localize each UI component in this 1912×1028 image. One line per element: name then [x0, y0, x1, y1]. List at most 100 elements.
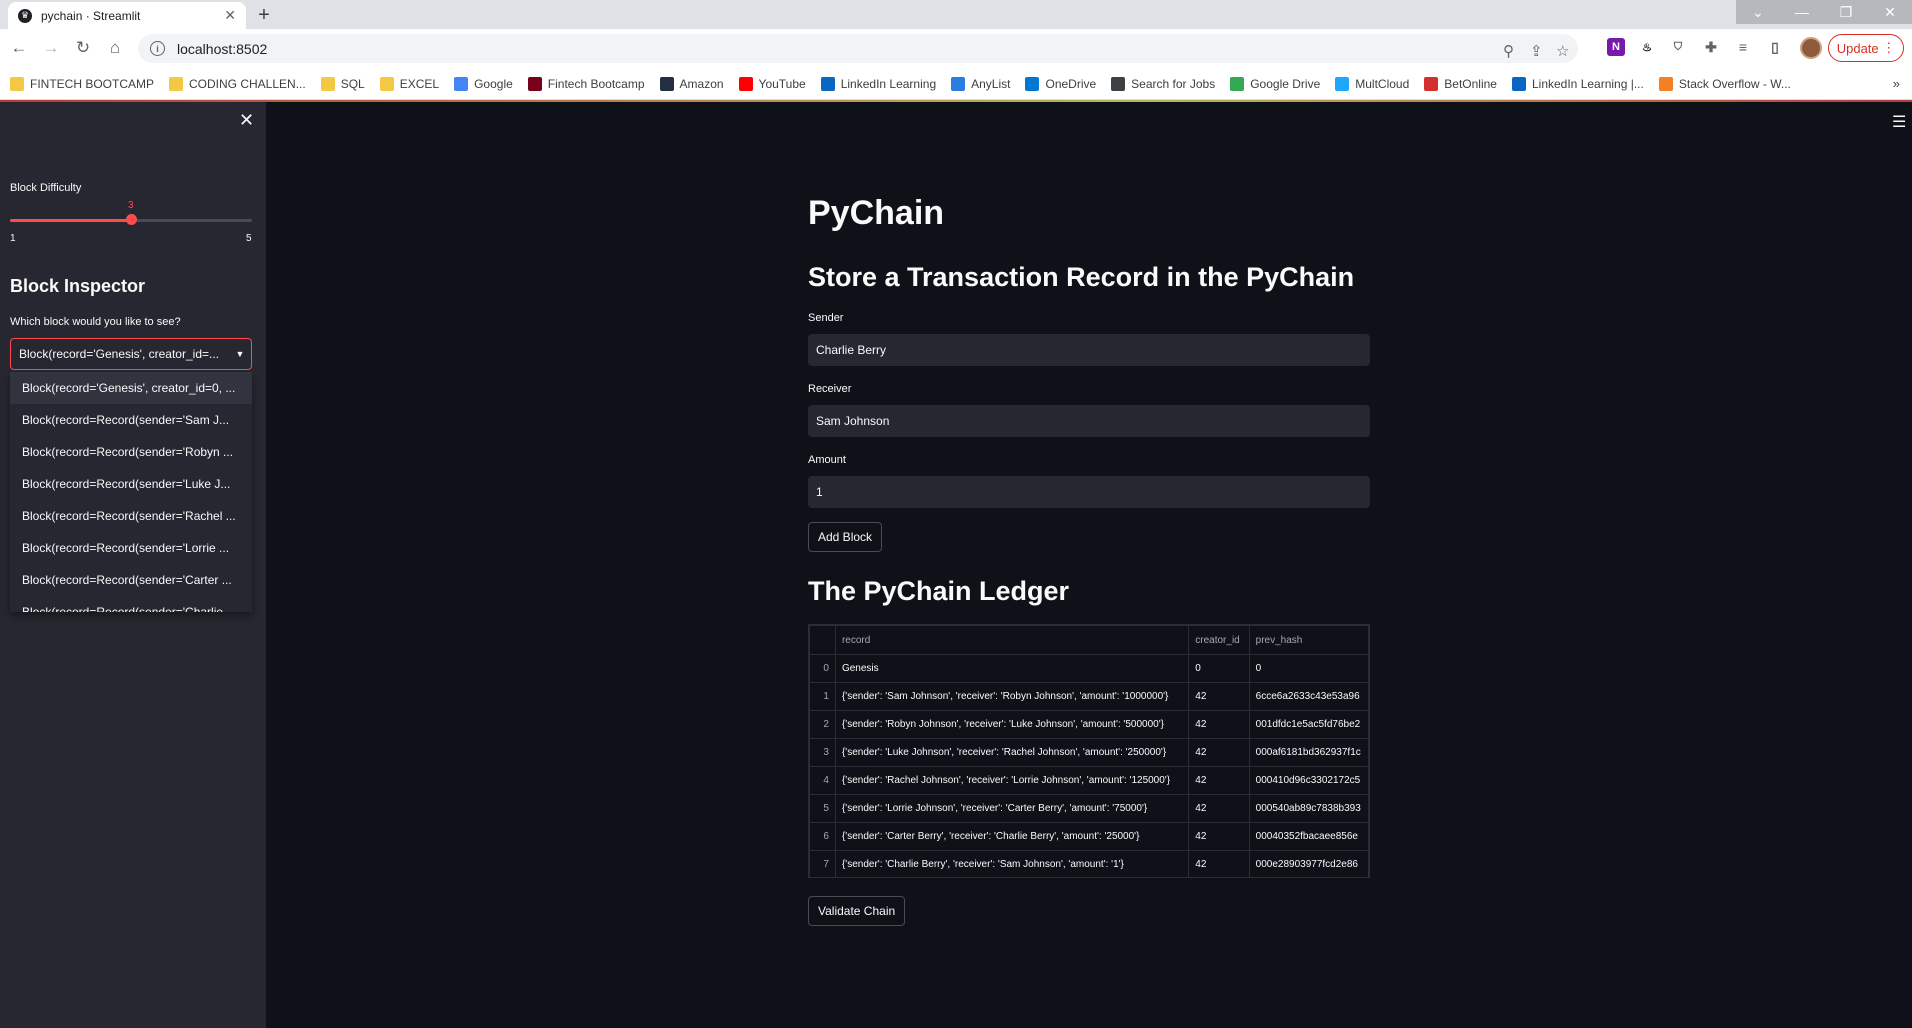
bookmark-item[interactable]: OneDrive [1025, 76, 1097, 91]
table-row[interactable]: 2 {'sender': 'Robyn Johnson', 'receiver':… [809, 710, 1369, 739]
cell-prev-hash: 000410d96c3302172c5 [1248, 766, 1369, 795]
bookmark-item[interactable]: LinkedIn Learning [820, 76, 936, 91]
cell-prev-hash: 6cce6a2633c43e53a96 [1248, 682, 1369, 711]
table-body: 0 Genesis 0 0 1 {'sender': 'Sam Johnson', 're… [809, 654, 1369, 877]
block-select[interactable]: Block(record='Genesis', creator_id=... ▼ [10, 338, 252, 370]
difficulty-min: 1 [10, 233, 16, 244]
dropdown-option[interactable]: Block(record=Record(sender='Sam J... [10, 404, 252, 436]
close-tab-icon[interactable]: ✕ [224, 7, 236, 24]
dropdown-option[interactable]: Block(record=Record(sender='Robyn ... [10, 436, 252, 468]
cell-creator-id: 42 [1188, 822, 1250, 851]
bookmark-item[interactable]: Google [454, 76, 513, 91]
minimize-icon[interactable]: — [1780, 0, 1824, 24]
bookmark-item[interactable]: LinkedIn Learning |... [1511, 76, 1644, 91]
bookmark-star-icon[interactable]: ☆ [1556, 42, 1569, 60]
url-text: localhost:8502 [177, 40, 268, 57]
bookmark-item[interactable]: YouTube [738, 76, 806, 91]
column-header[interactable]: record [834, 625, 1190, 655]
difficulty-slider-thumb[interactable] [126, 214, 137, 225]
ledger-table[interactable]: record creator_id prev_hash 0 Genesis 0 0 1 {'s… [808, 624, 1370, 878]
amount-input[interactable]: 1 [808, 476, 1370, 508]
home-icon[interactable]: ⌂ [104, 37, 126, 59]
dropdown-option-label: Block(record=Record(sender='Luke J... [22, 477, 231, 491]
close-window-icon[interactable]: ✕ [1868, 0, 1912, 24]
cell-index: 0 [809, 654, 836, 683]
bookmark-item[interactable]: Google Drive [1230, 76, 1320, 91]
bookmark-item[interactable]: FINTECH BOOTCAMP [10, 76, 155, 91]
back-icon[interactable]: ← [8, 37, 30, 59]
bookmark-icon [10, 76, 24, 91]
cell-creator-id: 42 [1188, 710, 1250, 739]
restore-icon[interactable]: ❐ [1824, 0, 1868, 24]
dropdown-option[interactable]: Block(record=Record(sender='Luke J... [10, 468, 252, 500]
zoom-icon[interactable]: ⚲ [1503, 42, 1514, 60]
profile-avatar[interactable] [1800, 37, 1822, 59]
cell-creator-id: 42 [1188, 682, 1250, 711]
cell-prev-hash: 000540ab89c7838b393 [1248, 794, 1369, 823]
bookmark-label: Amazon [679, 76, 724, 91]
bookmark-icon [1511, 76, 1526, 91]
receiver-input[interactable]: Sam Johnson [808, 405, 1370, 437]
bookmark-label: FINTECH BOOTCAMP [30, 76, 155, 91]
address-bar[interactable]: i localhost:8502 ⚲ ⇪ ☆ [138, 34, 1578, 63]
shield-extension-icon[interactable]: ⛉ [1669, 38, 1687, 56]
bookmark-item[interactable]: EXCEL [379, 76, 439, 91]
tab-search-icon[interactable]: ⌄ [1736, 0, 1780, 24]
table-header-row: record creator_id prev_hash [809, 625, 1369, 655]
sender-input[interactable]: Charlie Berry [808, 334, 1370, 366]
menu-hamburger-icon[interactable]: ☰ [1892, 112, 1906, 132]
dropdown-option[interactable]: Block(record=Record(sender='Rachel ... [10, 500, 252, 532]
dropdown-option[interactable]: Block(record=Record(sender='Carter ... [10, 564, 252, 596]
bookmark-label: OneDrive [1045, 76, 1097, 91]
bookmark-item[interactable]: CODING CHALLEN... [169, 76, 306, 91]
cell-creator-id: 42 [1188, 766, 1250, 795]
cell-record: {'sender': 'Luke Johnson', 'receiver': '… [834, 738, 1190, 767]
share-icon[interactable]: ⇪ [1530, 42, 1543, 60]
forward-icon[interactable]: → [40, 37, 62, 59]
bookmark-item[interactable]: AnyList [951, 76, 1010, 91]
table-row[interactable]: 0 Genesis 0 0 [809, 654, 1369, 683]
onenote-extension-icon[interactable]: N [1607, 38, 1625, 56]
difficulty-value: 3 [128, 200, 134, 211]
bookmark-item[interactable]: Search for Jobs [1111, 76, 1216, 91]
bookmark-item[interactable]: BetOnline [1424, 76, 1497, 91]
bookmark-item[interactable]: MultCloud [1335, 76, 1410, 91]
column-header[interactable]: prev_hash [1248, 625, 1369, 655]
bookmark-item[interactable]: SQL [320, 76, 365, 91]
ledger-heading: The PyChain Ledger [808, 576, 1070, 606]
cell-prev-hash: 000e28903977fcd2e86 [1248, 850, 1369, 877]
bookmark-item[interactable]: Amazon [659, 76, 724, 91]
add-block-button[interactable]: Add Block [808, 522, 883, 552]
cell-index: 7 [809, 850, 836, 877]
update-button[interactable]: Update ⋮ [1828, 34, 1904, 62]
bookmark-label: Search for Jobs [1131, 76, 1216, 91]
more-bookmarks-icon[interactable]: » [1893, 76, 1900, 91]
dropdown-option[interactable]: Block(record='Genesis', creator_id=0, ..… [10, 372, 252, 404]
dropdown-option[interactable]: Block(record=Record(sender='Charlie... [10, 596, 252, 612]
table-row[interactable]: 6 {'sender': 'Carter Berry', 'receiver': … [809, 822, 1369, 851]
cell-prev-hash: 00040352fbacaee856e [1248, 822, 1369, 851]
new-tab-icon[interactable]: + [252, 4, 276, 26]
column-header[interactable]: creator_id [1188, 625, 1250, 655]
table-row[interactable]: 4 {'sender': 'Rachel Johnson', 'receiver'… [809, 766, 1369, 795]
bookmark-label: MultCloud [1355, 76, 1410, 91]
bookmark-item[interactable]: Stack Overflow - W... [1658, 76, 1791, 91]
table-row[interactable]: 1 {'sender': 'Sam Johnson', 'receiver': '… [809, 682, 1369, 711]
side-panel-icon[interactable]: ▯ [1766, 38, 1784, 56]
reading-list-icon[interactable]: ≡ [1734, 38, 1752, 56]
dropdown-option[interactable]: Block(record=Record(sender='Lorrie ... [10, 532, 252, 564]
block-select-label: Which block would you like to see? [10, 316, 181, 328]
reload-icon[interactable]: ↻ [72, 37, 94, 59]
table-row[interactable]: 5 {'sender': 'Lorrie Johnson', 'receiver'… [809, 794, 1369, 823]
extensions-puzzle-icon[interactable]: ✚ [1702, 38, 1720, 56]
bookmark-item[interactable]: Fintech Bootcamp [527, 76, 645, 91]
table-row[interactable]: 3 {'sender': 'Luke Johnson', 'receiver': … [809, 738, 1369, 767]
validate-chain-button[interactable]: Validate Chain [808, 896, 906, 926]
close-sidebar-icon[interactable]: ✕ [239, 110, 254, 131]
column-header[interactable] [809, 625, 836, 655]
browser-tab[interactable]: ♛ pychain · Streamlit ✕ [8, 2, 246, 29]
table-row[interactable]: 7 {'sender': 'Charlie Berry', 'receiver':… [809, 850, 1369, 877]
cell-creator-id: 42 [1188, 738, 1250, 767]
site-info-icon[interactable]: i [150, 41, 165, 56]
flame-extension-icon[interactable]: ♨ [1638, 38, 1656, 56]
